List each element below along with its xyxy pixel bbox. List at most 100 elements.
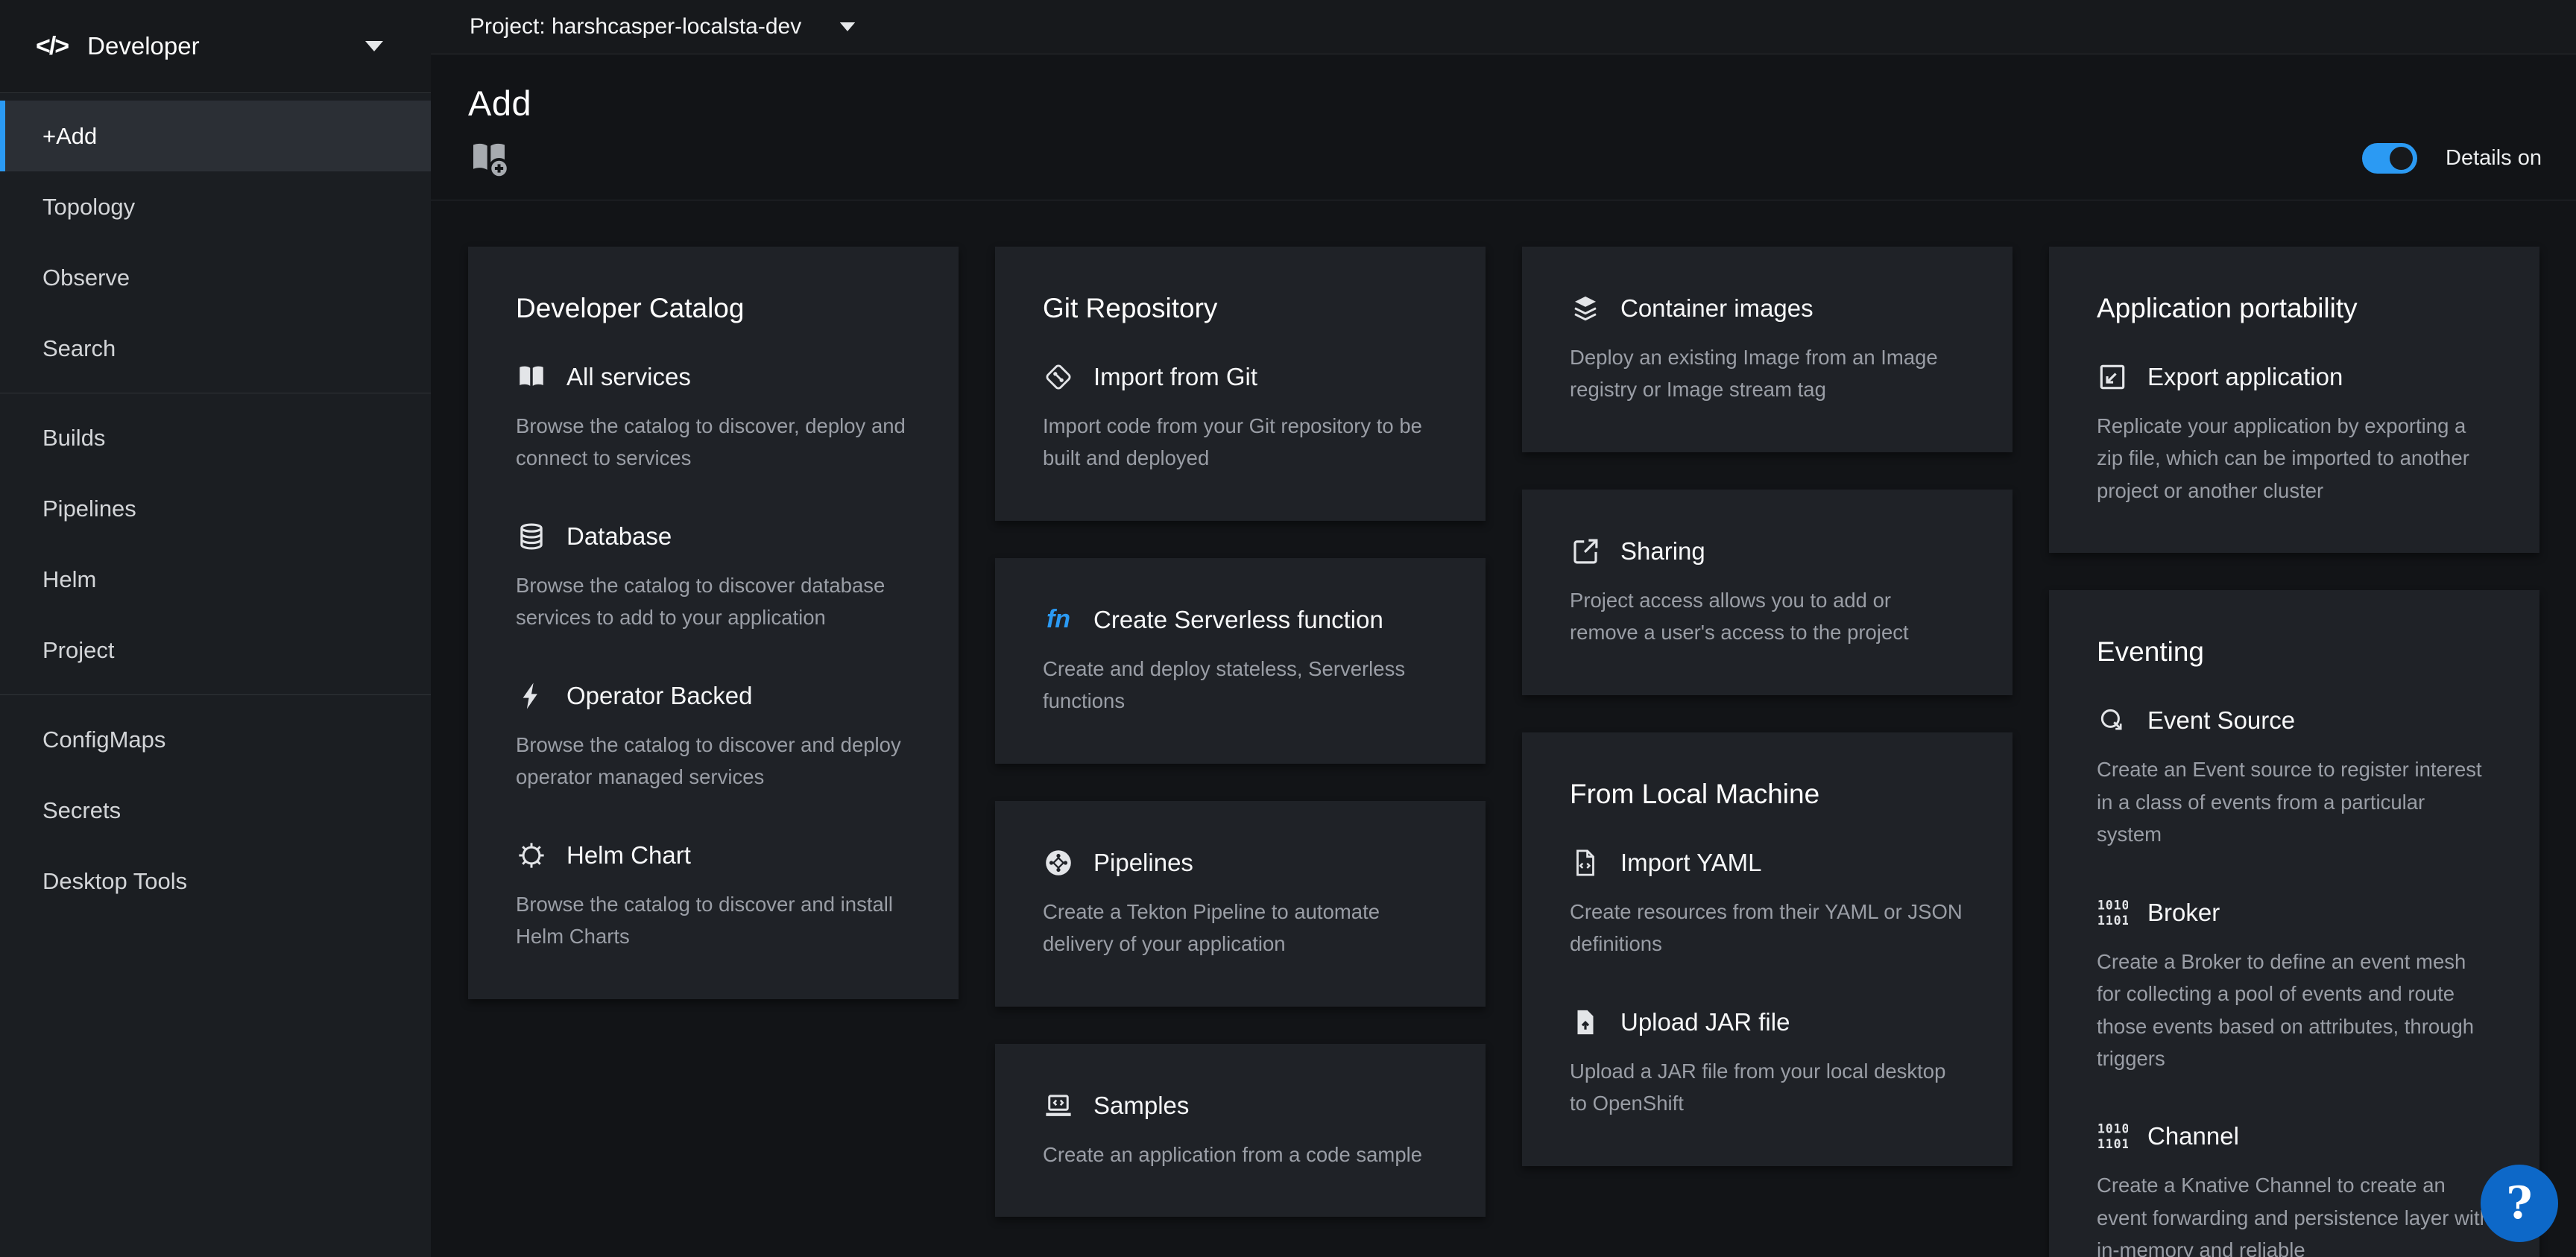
- perspective-switcher[interactable]: </> Developer: [0, 0, 431, 93]
- catalog-item-upload-jar-file[interactable]: Upload JAR file Upload a JAR file from yo…: [1570, 1007, 1965, 1120]
- add-cards-grid: Developer Catalog All services Browse the …: [431, 200, 2576, 1257]
- sidebar-item-project[interactable]: Project: [0, 615, 431, 686]
- catalog-item-operator-backed[interactable]: Operator BackedBrowse the catalog to dis…: [516, 680, 911, 794]
- page-title: Add: [468, 83, 2542, 124]
- catalog-item-pipelines[interactable]: Pipelines Create a Tekton Pipeline to aut…: [1043, 847, 1438, 960]
- upload-jar-icon: [1570, 1007, 1601, 1038]
- sidebar-section-divider: [0, 694, 431, 695]
- catalog-item-import-from-git[interactable]: Import from GitImport code from your Git…: [1043, 361, 1438, 475]
- catalog-item-database[interactable]: DatabaseBrowse the catalog to discover d…: [516, 521, 911, 634]
- add-card-from-local-machine[interactable]: From Local MachineImport YAMLCreate reso…: [1522, 732, 2012, 1166]
- add-card-eventing[interactable]: Eventing Event Source Create an Event sour…: [2049, 590, 2539, 1257]
- catalog-item-channel[interactable]: 10101101ChannelCreate a Knative Channel …: [2097, 1121, 2492, 1257]
- add-card-git-repository[interactable]: Git Repository Import from GitImport code…: [995, 247, 1486, 521]
- catalog-item-sharing[interactable]: Sharing Project access allows you to add …: [1570, 536, 1965, 649]
- catalog-item-description: Create resources from their YAML or JSON…: [1570, 896, 1965, 960]
- catalog-item-description: Create a Tekton Pipeline to automate del…: [1043, 896, 1438, 960]
- sidebar-item-configmaps[interactable]: ConfigMaps: [0, 704, 431, 775]
- samples-icon: [1043, 1090, 1074, 1121]
- catalog-item-title: Pipelines: [1093, 849, 1193, 877]
- add-card-developer-catalog[interactable]: Developer Catalog All services Browse the …: [468, 247, 959, 999]
- catalog-item-title: Sharing: [1620, 537, 1705, 566]
- catalog-item-helm-chart[interactable]: Helm ChartBrowse the catalog to discover…: [516, 840, 911, 953]
- bolt-icon: [516, 680, 547, 712]
- sidebar-item-secrets[interactable]: Secrets: [0, 775, 431, 846]
- export-application-icon: [2097, 361, 2128, 393]
- sidebar-item-pipelines[interactable]: Pipelines: [0, 473, 431, 544]
- question-mark-icon: ?: [2506, 1177, 2532, 1229]
- catalog-item-title: Create Serverless function: [1093, 606, 1383, 634]
- project-selector[interactable]: Project: harshcasper-localsta-dev: [431, 0, 2576, 54]
- card-column: Application portability Export applicatio…: [2049, 247, 2539, 1257]
- add-card[interactable]: Container imagesDeploy an existing Image…: [1522, 247, 2012, 452]
- catalog-item-title: Upload JAR file: [1620, 1008, 1790, 1036]
- sidebar-item-search[interactable]: Search: [0, 313, 431, 384]
- card-column: Container imagesDeploy an existing Image…: [1522, 247, 2012, 1257]
- sidebar-item-desktop-tools[interactable]: Desktop Tools: [0, 846, 431, 916]
- catalog-item-title: All services: [566, 363, 691, 391]
- card-title: Developer Catalog: [516, 293, 911, 324]
- catalog-item-broker[interactable]: 10101101BrokerCreate a Broker to define …: [2097, 897, 2492, 1075]
- add-card[interactable]: Sharing Project access allows you to add …: [1522, 490, 2012, 695]
- serverless-fn-icon: fn: [1043, 604, 1074, 636]
- catalog-item-create-serverless-function[interactable]: fnCreate Serverless functionCreate and d…: [1043, 604, 1438, 718]
- catalog-item-description: Create an application from a code sample: [1043, 1139, 1438, 1171]
- add-card-application-portability[interactable]: Application portability Export applicatio…: [2049, 247, 2539, 553]
- broker-icon: 10101101: [2097, 897, 2128, 928]
- catalog-item-description: Browse the catalog to discover, deploy a…: [516, 410, 911, 475]
- card-title: Eventing: [2097, 636, 2492, 668]
- sharing-icon: [1570, 536, 1601, 567]
- catalog-icon: [516, 361, 547, 393]
- catalog-item-export-application[interactable]: Export application Replicate your applica…: [2097, 361, 2492, 507]
- svg-text:1101: 1101: [2097, 913, 2128, 927]
- catalog-item-title: Samples: [1093, 1092, 1189, 1120]
- details-toggle[interactable]: [2362, 143, 2417, 174]
- help-button[interactable]: ?: [2481, 1165, 2558, 1242]
- catalog-item-description: Deploy an existing Image from an Image r…: [1570, 341, 1965, 406]
- catalog-item-title: Export application: [2147, 363, 2343, 391]
- sidebar-item-add[interactable]: +Add: [0, 101, 431, 171]
- add-card[interactable]: Pipelines Create a Tekton Pipeline to aut…: [995, 801, 1486, 1007]
- sidebar-item-topology[interactable]: Topology: [0, 171, 431, 242]
- sidebar-item-helm[interactable]: Helm: [0, 544, 431, 615]
- catalog-item-event-source[interactable]: Event Source Create an Event source to re…: [2097, 705, 2492, 850]
- sidebar-item-observe[interactable]: Observe: [0, 242, 431, 313]
- catalog-item-container-images[interactable]: Container imagesDeploy an existing Image…: [1570, 293, 1965, 406]
- sidebar-item-builds[interactable]: Builds: [0, 402, 431, 473]
- card-title: Git Repository: [1043, 293, 1438, 324]
- svg-text:1101: 1101: [2097, 1137, 2128, 1151]
- catalog-item-description: Upload a JAR file from your local deskto…: [1570, 1055, 1965, 1120]
- catalog-item-description: Project access allows you to add or remo…: [1570, 584, 1965, 649]
- svg-text:1010: 1010: [2097, 898, 2128, 912]
- catalog-item-description: Replicate your application by exporting …: [2097, 410, 2492, 507]
- helm-chart-icon: [516, 840, 547, 871]
- catalog-item-description: Create a Broker to define an event mesh …: [2097, 946, 2492, 1075]
- add-card[interactable]: fnCreate Serverless functionCreate and d…: [995, 558, 1486, 764]
- database-icon: [516, 521, 547, 552]
- catalog-item-description: Browse the catalog to discover and deplo…: [516, 729, 911, 794]
- chevron-down-icon: [365, 41, 383, 51]
- git-icon: [1043, 361, 1074, 393]
- chevron-down-icon: [840, 22, 855, 31]
- add-card[interactable]: Samples Create an application from a code…: [995, 1044, 1486, 1217]
- catalog-item-description: Create an Event source to register inter…: [2097, 753, 2492, 850]
- perspective-label: Developer: [87, 32, 365, 60]
- catalog-add-icon[interactable]: [468, 137, 510, 179]
- card-column: Git Repository Import from GitImport code…: [995, 247, 1486, 1257]
- sidebar-nav: +AddTopologyObserveSearch BuildsPipelines…: [0, 93, 431, 916]
- catalog-item-title: Event Source: [2147, 706, 2295, 735]
- container-images-icon: [1570, 293, 1601, 324]
- catalog-item-import-yaml[interactable]: Import YAML Create resources from their Y…: [1570, 847, 1965, 960]
- card-column: Developer Catalog All services Browse the …: [468, 247, 959, 1257]
- project-selector-label: Project: harshcasper-localsta-dev: [470, 14, 801, 39]
- catalog-item-title: Import YAML: [1620, 849, 1762, 877]
- channel-icon: 10101101: [2097, 1121, 2128, 1152]
- catalog-item-samples[interactable]: Samples Create an application from a code…: [1043, 1090, 1438, 1171]
- add-page-header: Add Details on: [431, 54, 2576, 200]
- card-title: Application portability: [2097, 293, 2492, 324]
- catalog-item-title: Channel: [2147, 1122, 2239, 1150]
- event-source-icon: [2097, 705, 2128, 736]
- catalog-item-all-services[interactable]: All services Browse the catalog to discov…: [516, 361, 911, 475]
- svg-text:1010: 1010: [2097, 1122, 2128, 1136]
- details-toggle-label: Details on: [2446, 146, 2542, 171]
